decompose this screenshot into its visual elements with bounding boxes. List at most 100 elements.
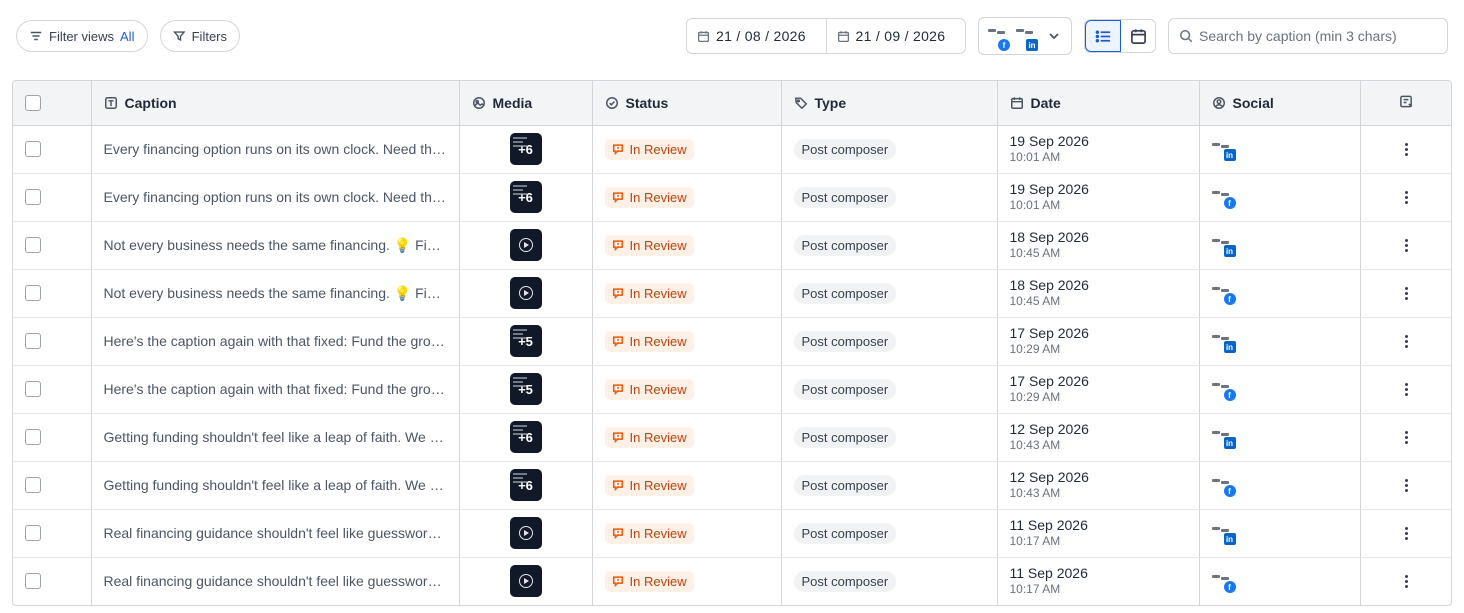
row-checkbox[interactable] bbox=[25, 429, 41, 445]
account-picker[interactable]: f in bbox=[978, 17, 1072, 55]
filter-views-button[interactable]: Filter views All bbox=[16, 20, 148, 52]
chevron-down-icon bbox=[1049, 33, 1059, 40]
table-row[interactable]: Here's the caption again with that fixed… bbox=[13, 317, 1451, 366]
column-header-media[interactable]: Media bbox=[459, 81, 593, 126]
media-thumbnail[interactable]: +6 bbox=[509, 469, 542, 501]
caption-cell[interactable]: Not every business needs the same financ… bbox=[91, 221, 460, 270]
table-row[interactable]: Every financing option runs on its own c… bbox=[13, 125, 1451, 174]
social-account[interactable]: in bbox=[1211, 425, 1238, 449]
table-row[interactable]: Here's the caption again with that fixed… bbox=[13, 365, 1451, 414]
more-options-icon[interactable] bbox=[1373, 334, 1442, 348]
table-row[interactable]: Not every business needs the same financ… bbox=[13, 221, 1451, 270]
row-checkbox[interactable] bbox=[25, 333, 41, 349]
media-thumbnail[interactable]: +6 bbox=[509, 181, 542, 213]
tag-icon bbox=[794, 97, 807, 110]
media-thumbnail[interactable] bbox=[509, 229, 542, 261]
social-account[interactable]: f bbox=[1211, 473, 1238, 497]
media-thumbnail[interactable]: +5 bbox=[509, 373, 542, 405]
more-options-icon[interactable] bbox=[1373, 574, 1442, 588]
check-circle-icon bbox=[605, 96, 618, 109]
table-row[interactable]: Real financing guidance shouldn't feel l… bbox=[13, 557, 1451, 605]
toolbar: Filter views All Filters 21 / 08 / 2026 … bbox=[0, 0, 1464, 72]
row-checkbox[interactable] bbox=[25, 141, 41, 157]
more-options-icon[interactable] bbox=[1373, 430, 1442, 444]
row-actions-cell bbox=[1360, 365, 1451, 414]
social-account[interactable]: in bbox=[1211, 329, 1238, 353]
table-row[interactable]: Every financing option runs on its own c… bbox=[13, 173, 1451, 222]
row-checkbox[interactable] bbox=[25, 189, 41, 205]
social-account[interactable]: f bbox=[1211, 281, 1238, 305]
social-account[interactable]: in bbox=[1211, 233, 1238, 257]
filters-button[interactable]: Filters bbox=[160, 20, 240, 52]
table-row[interactable]: Getting funding shouldn't feel like a le… bbox=[13, 413, 1451, 462]
social-account[interactable]: f bbox=[1211, 185, 1238, 209]
brand-logo-icon bbox=[988, 29, 1006, 37]
media-thumbnail[interactable] bbox=[509, 565, 542, 598]
column-header-social[interactable]: Social bbox=[1199, 81, 1361, 126]
caption-cell[interactable]: Not every business needs the same financ… bbox=[91, 269, 460, 318]
social-account[interactable]: f bbox=[1211, 569, 1238, 594]
table-row[interactable]: Getting funding shouldn't feel like a le… bbox=[13, 461, 1451, 510]
media-count: +6 bbox=[518, 189, 533, 205]
caption-cell[interactable]: Every financing option runs on its own c… bbox=[91, 125, 460, 174]
media-thumbnail[interactable] bbox=[509, 277, 542, 309]
more-options-icon[interactable] bbox=[1373, 526, 1442, 540]
more-options-icon[interactable] bbox=[1373, 286, 1442, 300]
social-cell: f bbox=[1199, 557, 1361, 605]
media-thumbnail[interactable] bbox=[509, 517, 542, 549]
facebook-icon: f bbox=[1223, 485, 1236, 497]
status-badge: In Review bbox=[604, 570, 694, 592]
date-from-field[interactable]: 21 / 08 / 2026 bbox=[687, 19, 826, 53]
caption-cell[interactable]: Here's the caption again with that fixed… bbox=[91, 365, 460, 414]
more-options-icon[interactable] bbox=[1373, 190, 1442, 204]
caption-cell[interactable]: Getting funding shouldn't feel like a le… bbox=[91, 461, 460, 510]
more-options-icon[interactable] bbox=[1373, 238, 1442, 252]
date-to-field[interactable]: 21 / 09 / 2026 bbox=[825, 19, 966, 53]
caption-cell[interactable]: Here's the caption again with that fixed… bbox=[91, 317, 460, 366]
column-header-date[interactable]: Date bbox=[997, 81, 1200, 126]
search-input[interactable] bbox=[1199, 28, 1439, 44]
row-checkbox[interactable] bbox=[25, 573, 41, 590]
column-label: Date bbox=[1030, 94, 1061, 111]
table-row[interactable]: Not every business needs the same financ… bbox=[13, 269, 1451, 318]
comment-alert-icon bbox=[612, 528, 623, 539]
more-options-icon[interactable] bbox=[1373, 478, 1442, 492]
caption-cell[interactable]: Every financing option runs on its own c… bbox=[91, 173, 460, 222]
media-thumbnail[interactable]: +6 bbox=[509, 133, 542, 165]
column-header-caption[interactable]: Caption bbox=[91, 81, 460, 126]
facebook-icon: f bbox=[1223, 581, 1236, 594]
column-settings-icon[interactable] bbox=[1399, 94, 1414, 109]
media-thumbnail[interactable]: +5 bbox=[509, 325, 542, 357]
more-options-icon[interactable] bbox=[1373, 382, 1442, 396]
table-row[interactable]: Real financing guidance shouldn't feel l… bbox=[13, 509, 1451, 558]
media-cell: +6 bbox=[459, 413, 593, 462]
time-value: 10:29 AM bbox=[1009, 390, 1061, 404]
row-select-cell bbox=[13, 221, 92, 270]
more-options-icon[interactable] bbox=[1373, 142, 1442, 156]
social-account[interactable]: in bbox=[1211, 137, 1238, 161]
column-label: Type bbox=[814, 94, 847, 111]
media-thumbnail[interactable]: +6 bbox=[509, 421, 542, 453]
row-checkbox[interactable] bbox=[25, 237, 41, 253]
status-cell: In Review bbox=[592, 221, 782, 270]
calendar-view-button[interactable] bbox=[1121, 20, 1155, 52]
facebook-icon: f bbox=[1223, 389, 1236, 401]
row-checkbox[interactable] bbox=[25, 285, 41, 301]
row-checkbox[interactable] bbox=[25, 381, 41, 397]
media-cell bbox=[459, 269, 593, 318]
status-cell: In Review bbox=[592, 365, 782, 414]
row-select-cell bbox=[13, 461, 92, 510]
social-account[interactable]: in bbox=[1211, 521, 1238, 545]
row-actions-cell bbox=[1360, 125, 1451, 174]
status-label: In Review bbox=[629, 525, 687, 541]
select-all-checkbox[interactable] bbox=[25, 94, 41, 111]
caption-cell[interactable]: Real financing guidance shouldn't feel l… bbox=[91, 509, 460, 558]
caption-cell[interactable]: Getting funding shouldn't feel like a le… bbox=[91, 413, 460, 462]
list-view-button[interactable] bbox=[1085, 20, 1121, 52]
row-checkbox[interactable] bbox=[25, 525, 41, 541]
row-checkbox[interactable] bbox=[25, 477, 41, 493]
social-account[interactable]: f bbox=[1211, 377, 1238, 401]
column-header-status[interactable]: Status bbox=[592, 81, 782, 126]
caption-cell[interactable]: Real financing guidance shouldn't feel l… bbox=[91, 557, 460, 605]
column-header-type[interactable]: Type bbox=[781, 81, 998, 126]
